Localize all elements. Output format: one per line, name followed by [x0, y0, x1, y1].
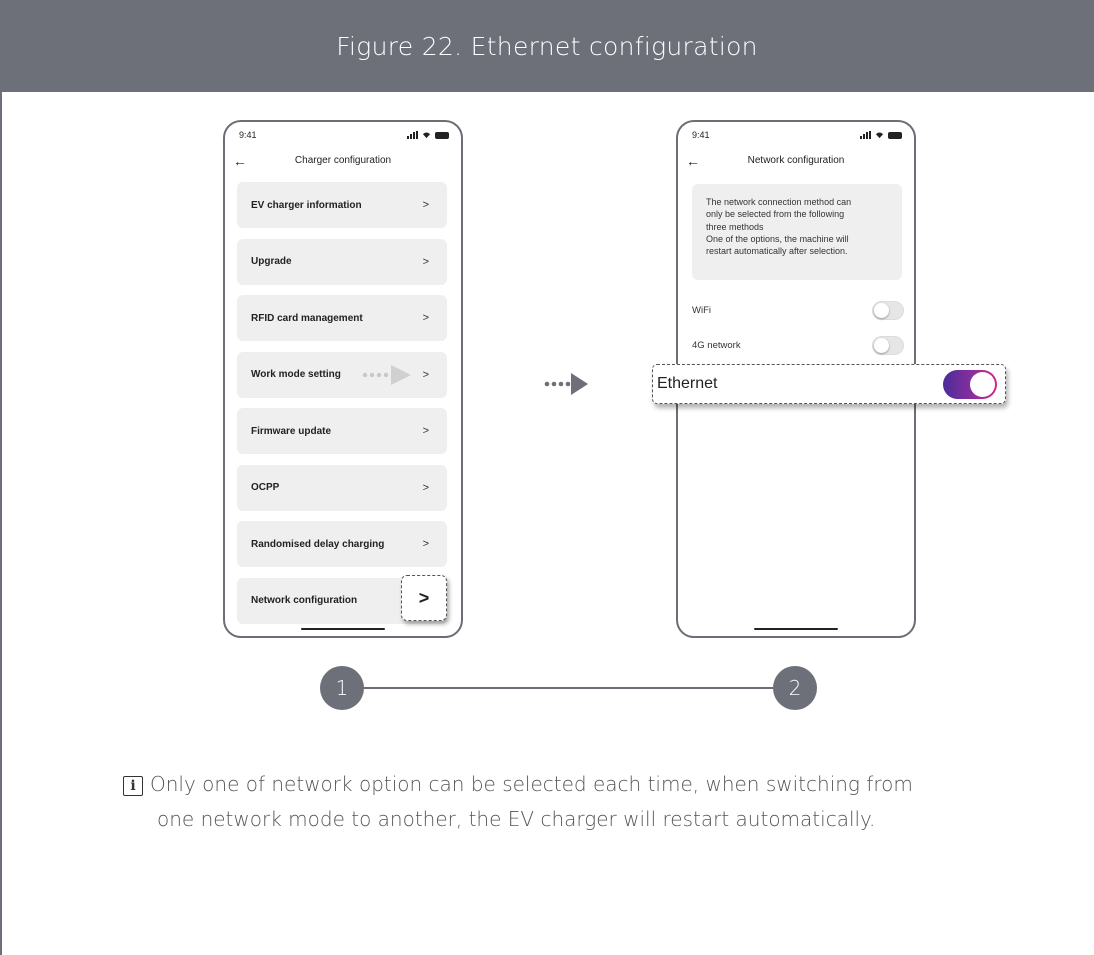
status-time: 9:41 [692, 130, 710, 140]
flow-arrow-icon [544, 373, 588, 395]
status-bar: 9:41 [237, 130, 449, 142]
info-icon: i [123, 776, 143, 796]
option-row-wifi: WiFi [692, 300, 904, 322]
battery-icon [435, 132, 449, 139]
chevron-right-icon: > [422, 538, 429, 550]
menu-item-upgrade[interactable]: Upgrade > [237, 238, 447, 285]
home-indicator [754, 628, 838, 630]
navigation-bar: ← Network configuration [678, 150, 914, 172]
menu-item-work-mode-setting[interactable]: Work mode setting > [237, 351, 447, 398]
status-bar: 9:41 [690, 130, 902, 142]
option-label: Ethernet [657, 375, 718, 392]
note-text: Only one of network option can be select… [150, 767, 1010, 837]
menu-item-label: EV charger information [251, 199, 362, 211]
highlighted-chevron-button[interactable]: > [401, 575, 447, 621]
signal-icon [407, 131, 418, 139]
menu-item-label: Upgrade [251, 256, 292, 267]
chevron-right-icon: > [422, 199, 429, 211]
menu-item-label: Work mode setting [251, 369, 341, 380]
step-connector [360, 687, 800, 689]
status-icons [860, 131, 902, 139]
wifi-toggle[interactable] [872, 301, 904, 320]
figure-header: Figure 22. Ethernet configuration [0, 0, 1094, 92]
note-line-1: Only one of network option can be select… [150, 772, 913, 796]
phone-charger-configuration: 9:41 ← Charger configuration EV charger … [223, 120, 463, 638]
menu-item-ocpp[interactable]: OCPP > [237, 464, 447, 511]
chevron-right-icon: > [422, 425, 429, 437]
chevron-right-icon: > [422, 312, 429, 324]
chevron-right-icon: > [422, 255, 429, 268]
menu-item-label: Firmware update [251, 425, 332, 437]
battery-icon [888, 132, 902, 139]
status-icons [407, 131, 449, 139]
note-line-2: one network mode to another, the EV char… [157, 807, 876, 831]
menu-item-label: Network configuration [251, 595, 358, 606]
chevron-right-icon: > [422, 368, 429, 381]
option-row-ethernet-highlighted: Ethernet [652, 364, 1006, 404]
option-label: WiFi [692, 305, 711, 316]
menu-item-randomised-delay-charging[interactable]: Randomised delay charging > [237, 521, 447, 567]
menu-item-rfid-card-management[interactable]: RFID card management > [237, 295, 447, 341]
home-indicator [301, 628, 385, 630]
menu-item-label: Randomised delay charging [251, 538, 385, 550]
step-badge-1: 1 [320, 666, 364, 710]
page-title: Charger configuration [294, 155, 392, 166]
status-time: 9:41 [239, 130, 257, 140]
menu-item-firmware-update[interactable]: Firmware update > [237, 408, 447, 454]
menu-item-label: OCPP [251, 482, 280, 493]
option-row-4g-network: 4G network [692, 335, 904, 357]
dotted-arrow-icon [362, 364, 411, 385]
configuration-menu: EV charger information > Upgrade > RFID ca… [237, 182, 447, 634]
left-rule [0, 92, 2, 955]
4g-network-toggle[interactable] [872, 336, 904, 355]
page-title: Network configuration [747, 155, 845, 166]
menu-item-ev-charger-information[interactable]: EV charger information > [237, 182, 447, 228]
info-box: The network connection method can only b… [692, 184, 902, 280]
navigation-bar: ← Charger configuration [225, 150, 461, 172]
info-text: The network connection method can only b… [706, 197, 852, 257]
chevron-right-icon: > [422, 481, 429, 494]
figure-title: Figure 22. Ethernet configuration [336, 31, 758, 61]
menu-item-label: RFID card management [251, 312, 363, 324]
wifi-icon [422, 132, 431, 139]
step-badge-2: 2 [773, 666, 817, 710]
signal-icon [860, 131, 871, 139]
wifi-icon [875, 132, 884, 139]
option-label: 4G network [692, 340, 741, 351]
ethernet-toggle[interactable] [943, 370, 997, 399]
